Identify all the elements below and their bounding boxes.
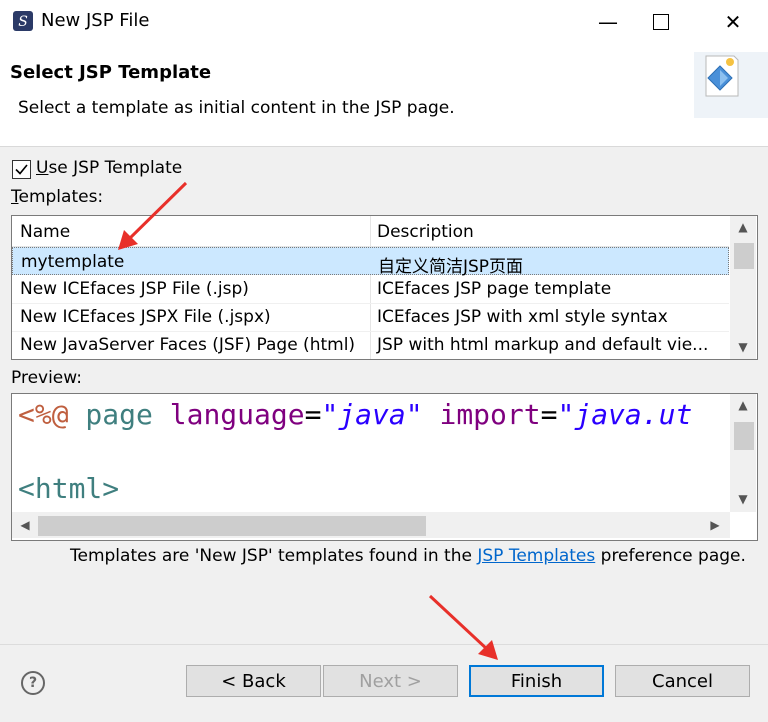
row-name: New ICEfaces JSP File (.jsp) <box>20 279 249 299</box>
preview-vertical-scrollbar[interactable]: ▲ ▼ <box>730 394 756 512</box>
scroll-thumb[interactable] <box>734 422 754 450</box>
table-row[interactable]: New ICEfaces JSPX File (.jspx) ICEfaces … <box>12 303 729 332</box>
back-button[interactable]: < Back <box>186 665 321 697</box>
maximize-icon[interactable] <box>638 0 684 44</box>
page-title: Select JSP Template <box>10 62 212 83</box>
jsp-templates-link[interactable]: JSP Templates <box>477 546 595 566</box>
title-bar: S New JSP File — ✕ <box>0 0 768 44</box>
preview-code-line-2: <html> <box>18 472 120 505</box>
scroll-right-icon[interactable]: ▶ <box>702 514 728 536</box>
table-row[interactable]: mytemplate 自定义简洁JSP页面 <box>12 247 729 277</box>
preview-panel[interactable]: <%@ page language="java" import="java.ut… <box>11 393 758 541</box>
row-description: ICEfaces JSP page template <box>377 279 612 299</box>
scroll-left-icon[interactable]: ◀ <box>12 514 38 536</box>
table-row[interactable]: New ICEfaces JSP File (.jsp) ICEfaces JS… <box>12 275 729 304</box>
column-header-description[interactable]: Description <box>377 222 474 242</box>
row-name: mytemplate <box>21 252 125 272</box>
row-name: New JavaServer Faces (JSF) Page (html) <box>20 335 356 355</box>
column-header-name[interactable]: Name <box>20 222 70 242</box>
scroll-down-icon[interactable]: ▼ <box>730 336 756 358</box>
minimize-icon[interactable]: — <box>585 0 631 44</box>
svg-text:S: S <box>18 14 28 30</box>
scroll-down-icon[interactable]: ▼ <box>730 488 756 510</box>
help-icon[interactable]: ? <box>21 671 45 695</box>
templates-table[interactable]: Name Description mytemplate 自定义简洁JSP页面 N… <box>11 215 758 360</box>
cancel-button[interactable]: Cancel <box>615 665 750 697</box>
use-template-label[interactable]: Use JSP Template <box>36 158 182 178</box>
page-description: Select a template as initial content in … <box>18 98 455 118</box>
row-description: ICEfaces JSP with xml style syntax <box>377 307 668 327</box>
templates-vertical-scrollbar[interactable]: ▲ ▼ <box>730 216 756 359</box>
table-row[interactable]: New JavaServer Faces (JSF) Page (html) J… <box>12 331 729 359</box>
check-icon <box>15 164 28 175</box>
row-name: New ICEfaces JSPX File (.jspx) <box>20 307 271 327</box>
row-description: 自定义简洁JSP页面 <box>378 257 524 277</box>
templates-note: Templates are 'New JSP' templates found … <box>70 546 746 566</box>
scroll-thumb[interactable] <box>38 516 426 536</box>
preview-code-line-1: <%@ page language="java" import="java.ut <box>18 398 693 431</box>
wizard-header: Select JSP Template Select a template as… <box>0 44 768 147</box>
scroll-up-icon[interactable]: ▲ <box>730 394 756 416</box>
scroll-up-icon[interactable]: ▲ <box>730 216 756 238</box>
scroll-thumb[interactable] <box>734 243 754 269</box>
window-title: New JSP File <box>41 10 150 31</box>
app-icon: S <box>13 11 33 31</box>
finish-button[interactable]: Finish <box>469 665 604 697</box>
close-icon[interactable]: ✕ <box>710 0 756 44</box>
row-description: JSP with html markup and default vie... <box>377 335 709 355</box>
next-button[interactable]: Next > <box>323 665 458 697</box>
preview-label: Preview: <box>11 368 82 388</box>
templates-label: Templates: <box>11 187 104 207</box>
use-template-checkbox[interactable] <box>12 160 31 179</box>
wizard-banner-icon <box>694 52 768 118</box>
preview-horizontal-scrollbar[interactable]: ◀ ▶ <box>12 512 730 538</box>
